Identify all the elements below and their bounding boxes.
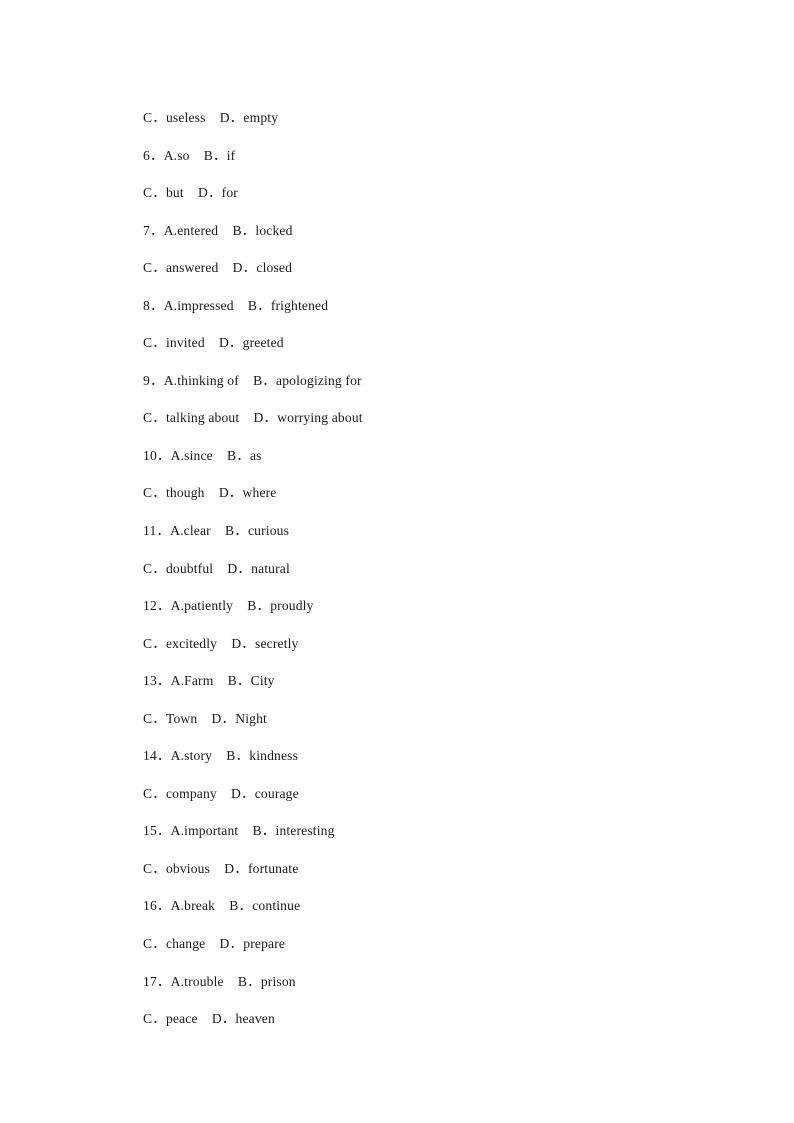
document-page: C．useless D．empty 6．A.so B．if C．but D．for 7…: [0, 0, 794, 1123]
continuation-options-line: C．useless D．empty: [143, 110, 279, 125]
question-options-line: 6．A.so B．if: [143, 147, 236, 163]
continuation-options-line: C．answered D．closed: [143, 260, 293, 276]
question-options-line: 10．A.since B．as: [143, 447, 262, 463]
continuation-options-line: C．doubtful D．natural: [143, 560, 290, 576]
question-options-line: 17．A.trouble B．prison: [143, 973, 296, 989]
question-options-line: 12．A.patiently B．proudly: [143, 598, 314, 614]
continuation-options-line: C．invited D．greeted: [143, 335, 284, 351]
continuation-options-line: C．peace D．heaven: [143, 1011, 275, 1027]
continuation-options-line: C．Town D．Night: [143, 710, 267, 726]
continuation-options-line: C．excitedly D．secretly: [143, 635, 299, 651]
continuation-options-line: C．change D．prepare: [143, 936, 286, 952]
question-options-line: 13．A.Farm B．City: [143, 673, 275, 689]
continuation-options-line: C．obvious D．fortunate: [143, 860, 299, 876]
question-options-line: 15．A.important B．interesting: [143, 823, 335, 839]
question-options-line: 14．A.story B．kindness: [143, 748, 299, 764]
question-options-line: 8．A.impressed B．frightened: [143, 297, 329, 313]
continuation-options-line: C．though D．where: [143, 485, 277, 501]
options-list: C．useless D．empty 6．A.so B．if C．but D．for 7…: [143, 99, 734, 1038]
question-options-line: 9．A.thinking of B．apologizing for: [143, 372, 362, 388]
continuation-options-line: C．company D．courage: [143, 785, 299, 801]
question-options-line: 7．A.entered B．locked: [143, 222, 293, 238]
question-options-line: 16．A.break B．continue: [143, 898, 301, 914]
question-options-line: 11．A.clear B．curious: [143, 523, 290, 539]
continuation-options-line: C．but D．for: [143, 185, 238, 201]
continuation-options-line: C．talking about D．worrying about: [143, 410, 363, 426]
